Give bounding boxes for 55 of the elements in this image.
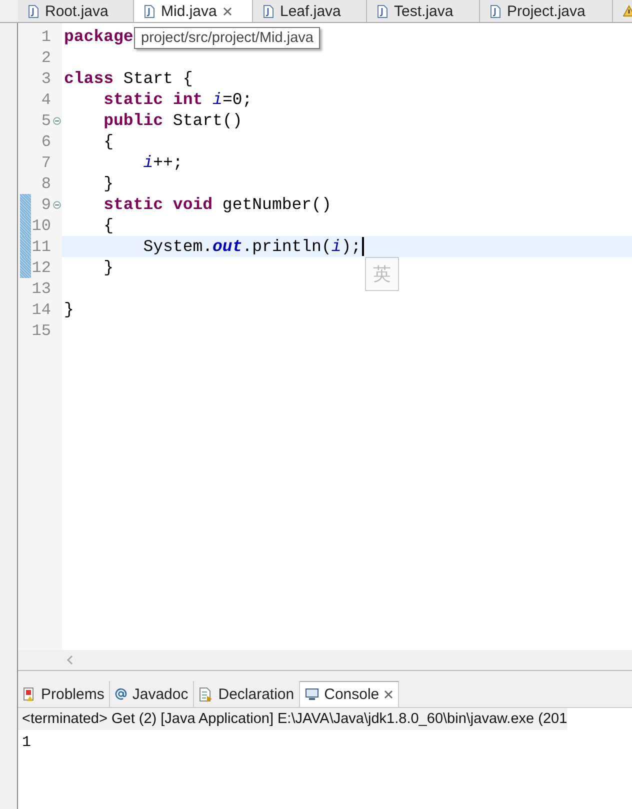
view-tab[interactable]: Problems (18, 681, 110, 707)
fold-icon[interactable] (52, 200, 60, 208)
editor-tab[interactable]: Root.java (18, 0, 134, 22)
warning-icon (623, 5, 632, 17)
editor-tab[interactable]: Test.java (367, 0, 480, 22)
line-number: 12 (31, 258, 51, 276)
line-number: 13 (31, 280, 51, 298)
java-file-icon (144, 4, 155, 18)
code-line: { (102, 132, 114, 151)
line-number: 8 (40, 174, 51, 192)
code-line: { (102, 216, 114, 235)
console-output: 1 (21, 733, 32, 753)
code-line: public Start() (102, 111, 242, 130)
code-line: static int i=0; (102, 90, 252, 109)
line-number: 1 (40, 28, 51, 46)
code-line: } (102, 174, 114, 193)
line-number: 2 (40, 48, 51, 66)
view-tab[interactable]: Console (300, 681, 400, 707)
java-file-icon (28, 4, 39, 18)
java-file-icon (377, 4, 388, 18)
code-line: package (64, 27, 134, 46)
code-line: } (102, 258, 114, 277)
ime-indicator: 英 (365, 257, 399, 291)
java-file-icon (490, 4, 501, 18)
declaration-icon (199, 686, 214, 702)
fold-icon[interactable] (52, 116, 60, 124)
editor-tab[interactable]: Project.java (480, 0, 613, 22)
line-number: 15 (31, 322, 51, 340)
console-icon (305, 688, 320, 701)
tooltip: project/src/project/Mid.java (134, 27, 320, 49)
editor-tab[interactable]: Leaf.java (253, 0, 367, 22)
java-file-icon (263, 4, 274, 18)
line-number: 3 (40, 70, 51, 88)
line-number: 10 (31, 216, 51, 234)
line-number: 6 (40, 132, 51, 150)
problems-icon (23, 686, 36, 702)
code-line: System.out.println(i); (142, 237, 362, 256)
horizontal-scrollbar[interactable] (18, 650, 632, 670)
code-line: i++; (142, 153, 183, 172)
editor-tab[interactable]: Mid.java (134, 0, 253, 22)
line-number: 11 (31, 238, 51, 256)
line-number: 7 (40, 154, 51, 172)
text-cursor (362, 237, 364, 256)
console-header: <terminated> Get (2) [Java Application] E:\JAVA\Java\jdk1.8.0_60\bin\javaw.exe (201 (18, 708, 568, 730)
close-icon[interactable] (384, 690, 394, 699)
at-sign-icon (115, 688, 128, 700)
code-line: static void getNumber() (102, 195, 332, 214)
line-number: 5 (40, 112, 51, 130)
code-line: class Start { (64, 69, 193, 88)
line-number: 9 (40, 196, 51, 214)
close-icon[interactable] (222, 6, 232, 16)
line-number: 4 (40, 90, 51, 108)
view-tab[interactable]: Javadoc (110, 681, 194, 707)
line-number: 14 (31, 300, 51, 318)
code-line: } (64, 300, 74, 319)
